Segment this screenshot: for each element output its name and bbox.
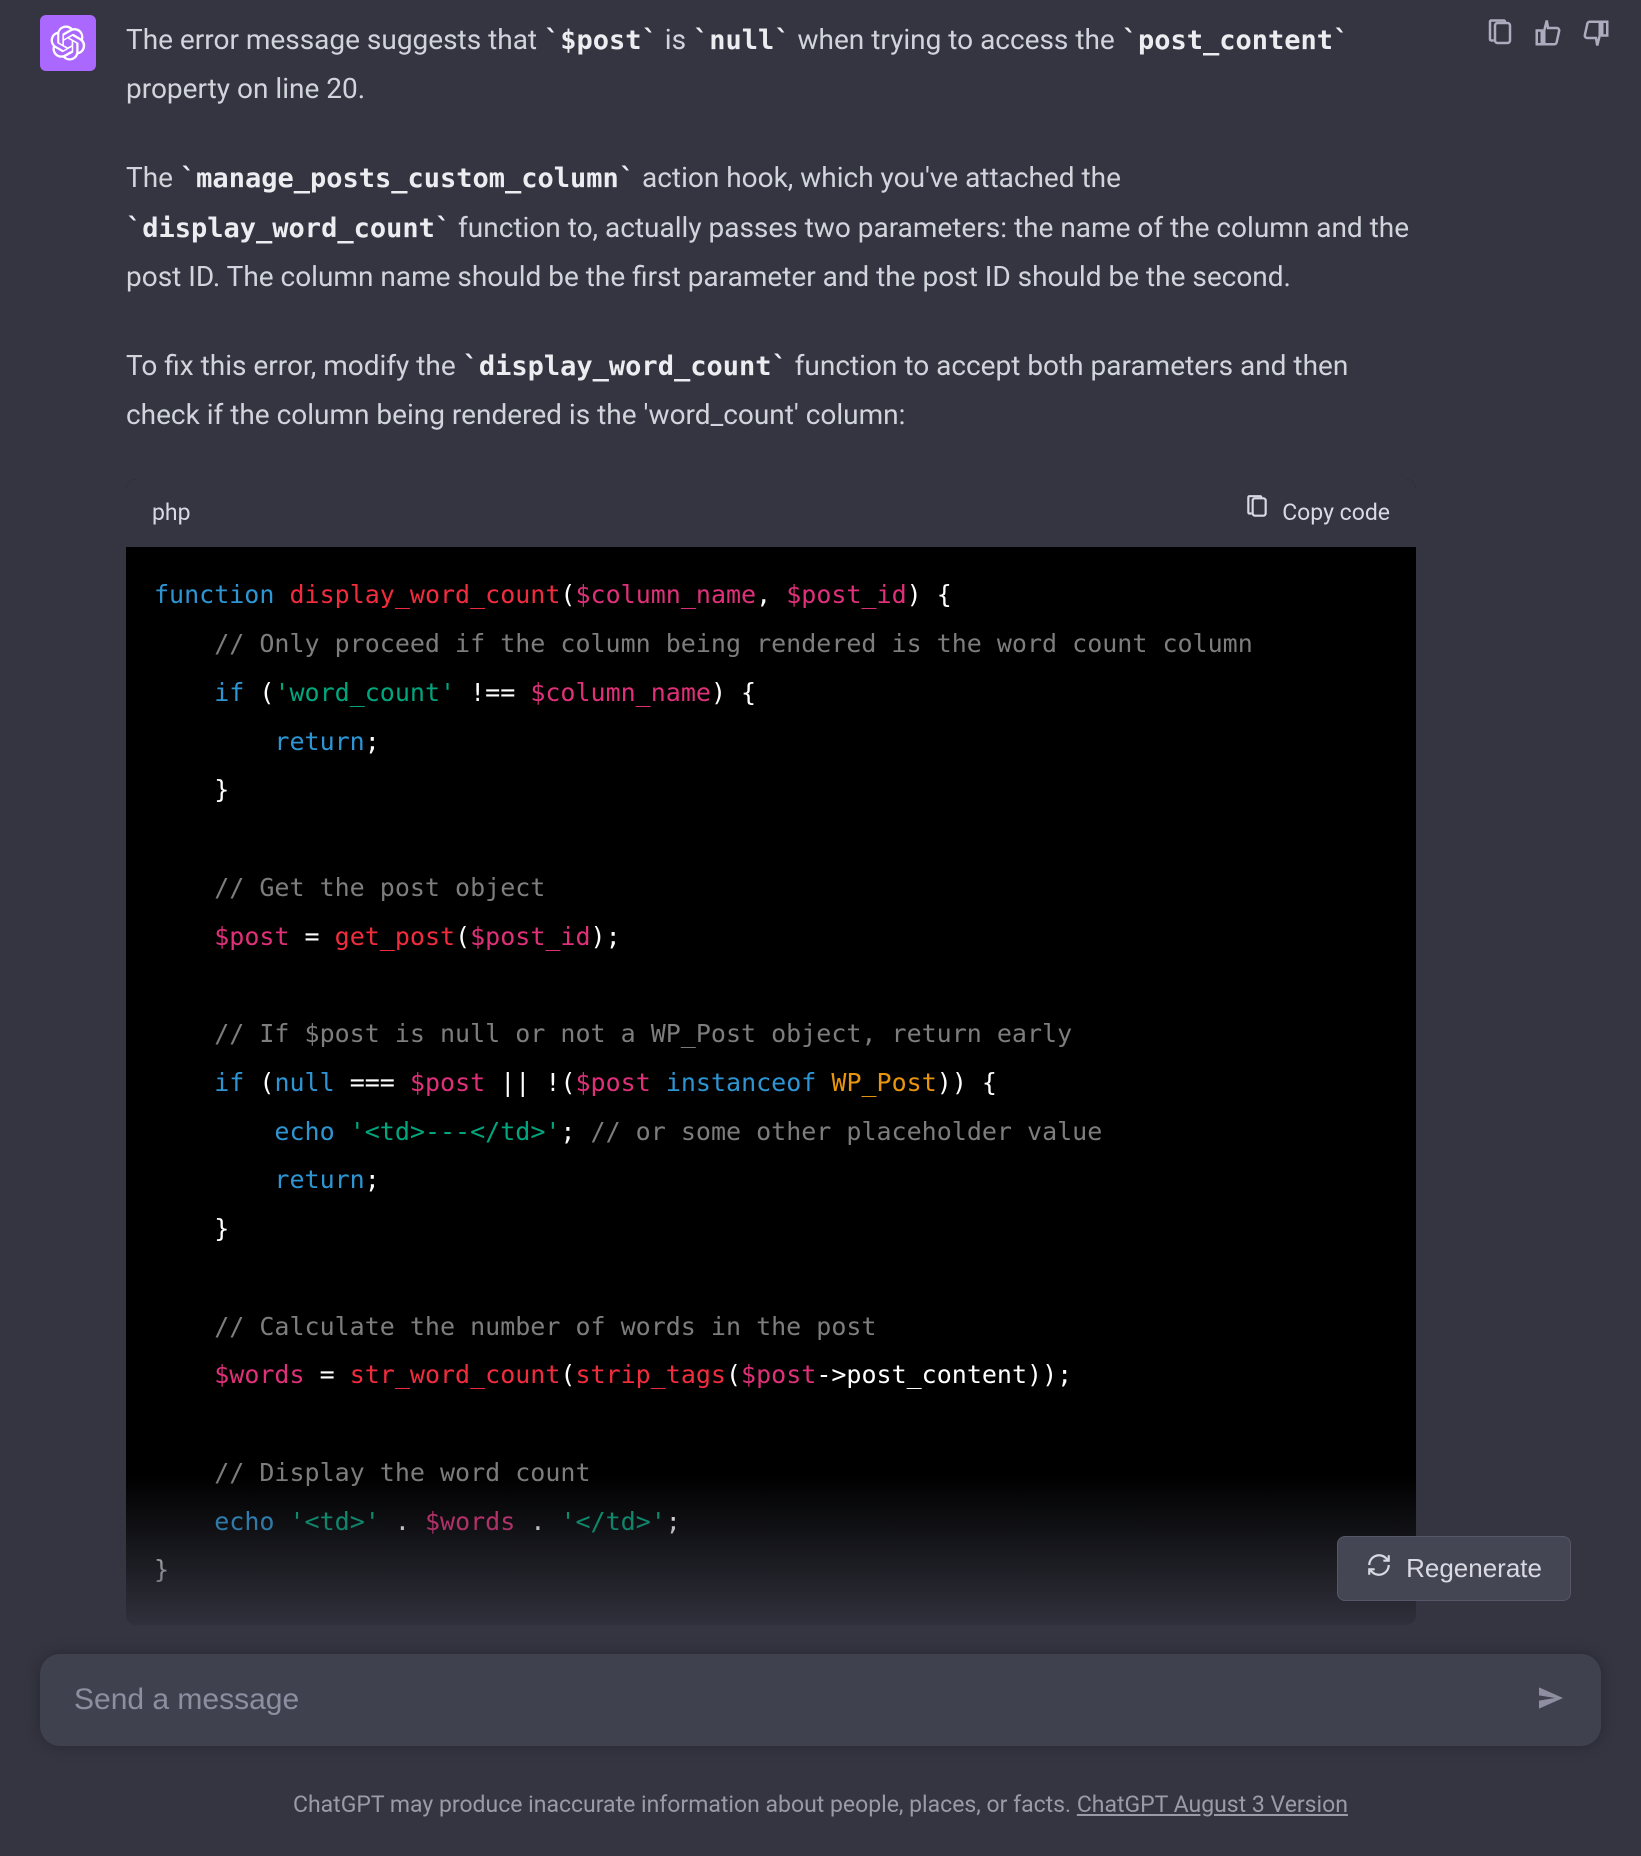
text: To fix this error, modify the (126, 349, 463, 382)
inline-code: `manage_posts_custom_column` (180, 163, 635, 194)
footer-text: ChatGPT may produce inaccurate informati… (293, 1791, 1077, 1818)
thumbs-up-icon[interactable] (1533, 18, 1563, 52)
clipboard-icon[interactable] (1485, 18, 1515, 52)
inline-code: `$post` (544, 25, 658, 56)
inline-code: `display_word_count` (463, 351, 788, 382)
assistant-message: The error message suggests that `$post` … (0, 0, 1641, 1625)
message-input-bar[interactable] (40, 1654, 1601, 1746)
text: when trying to access the (791, 23, 1122, 56)
regenerate-icon (1366, 1552, 1392, 1585)
text: The (126, 161, 180, 194)
text: is (658, 23, 693, 56)
code-content: function display_word_count($column_name… (126, 547, 1416, 1625)
send-icon[interactable] (1535, 1682, 1567, 1718)
clipboard-icon (1244, 493, 1270, 533)
paragraph-1: The error message suggests that `$post` … (126, 15, 1416, 113)
inline-code: `null` (693, 25, 791, 56)
message-input[interactable] (74, 1683, 1535, 1717)
paragraph-2: The `manage_posts_custom_column` action … (126, 153, 1416, 301)
assistant-content: The error message suggests that `$post` … (126, 15, 1436, 1625)
regenerate-button[interactable]: Regenerate (1337, 1536, 1571, 1601)
code-language-label: php (152, 493, 191, 533)
text: action hook, which you've attached the (635, 161, 1121, 194)
footer-disclaimer: ChatGPT may produce inaccurate informati… (0, 1791, 1641, 1818)
code-block: php Copy code function display_word_coun… (126, 479, 1416, 1625)
thumbs-down-icon[interactable] (1581, 18, 1611, 52)
inline-code: `post_content` (1122, 25, 1350, 56)
copy-code-label: Copy code (1282, 493, 1390, 533)
text: The error message suggests that (126, 23, 544, 56)
inline-code: `display_word_count` (126, 213, 451, 244)
copy-code-button[interactable]: Copy code (1244, 493, 1390, 533)
code-header: php Copy code (126, 479, 1416, 547)
regenerate-label: Regenerate (1406, 1553, 1542, 1584)
paragraph-3: To fix this error, modify the `display_w… (126, 341, 1416, 439)
text: property on line 20. (126, 72, 365, 105)
footer-version-link[interactable]: ChatGPT August 3 Version (1077, 1791, 1348, 1818)
assistant-avatar (40, 15, 96, 71)
